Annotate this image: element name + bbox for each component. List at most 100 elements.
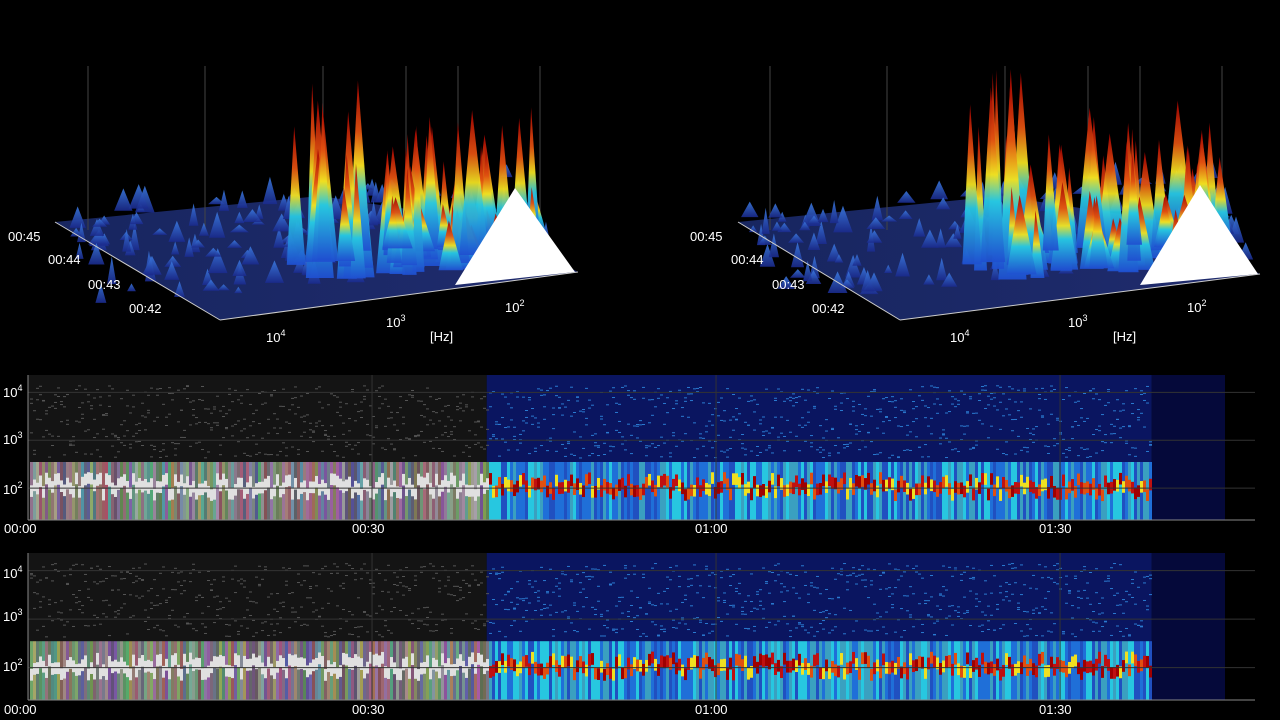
spectrogram-cell [495,572,498,574]
spectrogram-cell [462,462,465,520]
spectrogram-cell [612,582,615,584]
spectrogram-cell [1092,462,1095,520]
spectrogram-cell [870,441,873,443]
spectrogram-cell [426,606,429,608]
spectrogram-cell [954,652,957,665]
spectrogram-cell [939,404,942,406]
spectrogram-cell [237,641,240,700]
spectrogram-cell [1095,429,1098,431]
spectrogram-cell [1119,437,1122,439]
spectrogram-cell [897,480,900,493]
spectrogram-cell [300,416,303,418]
spectrogram-cell [222,473,225,486]
spectrogram-cell [585,417,588,419]
spectrogram-cell [60,401,63,403]
spectrogram-cell [1026,462,1029,520]
spectrogram-cell [588,455,591,457]
spectrogram-cell [654,563,657,565]
spectrogram-cell [483,604,486,606]
spectrogram-cell [159,641,162,700]
spectrogram-cell [294,462,297,520]
spectrogram-cell [156,416,159,418]
spectrogram-cell [261,630,264,632]
spectrogram-cell [1110,588,1113,590]
spectrogram-cell [849,423,852,425]
spectrogram-cell [222,580,225,582]
spectrogram-cell [75,451,78,453]
spectrogram-cell [831,427,834,429]
spectrogram-cell [855,474,858,487]
spectrogram-cell [1077,596,1080,598]
spectrogram-cell [567,441,570,443]
spectrogram-cell [1080,597,1083,599]
spectrogram-cell [1038,409,1041,411]
spectrogram-cell [564,631,567,633]
spectrogram-cell [90,462,93,520]
spectrogram-cell [1143,582,1146,584]
spectrogram-cell [690,393,693,395]
spectrogram-cell [726,613,729,615]
spectrogram-cell [150,661,153,673]
spectrogram-cell [879,616,882,618]
spectrogram-cell [888,400,891,402]
spectrogram-cell [750,400,753,402]
spectrogram-cell [654,605,657,607]
spectrogram-cell [636,425,639,427]
spectrogram-cell [138,422,141,424]
spectrogram-cell [552,635,555,637]
spectrogram-cell [216,656,219,669]
spectrogram-cell [105,668,108,680]
spectrogram-cell [42,660,45,673]
spectrogram-cell [753,607,756,609]
spectrogram-cell [456,658,459,671]
spectrogram-cell [264,453,267,455]
spectrogram-cell [753,462,756,520]
spectrogram-cell [582,411,585,413]
spectrogram-cell [903,410,906,412]
spectrogram-cell [717,597,720,599]
spectrogram-cell [738,568,741,570]
spectrogram-cell [1149,574,1152,576]
spectrogram-cell [351,614,354,616]
spectrogram-cell [1098,425,1101,427]
spectrogram-cell [819,483,822,495]
spectrogram-cell [543,603,546,605]
spectrogram-cell [387,462,390,520]
spectrogram-cell [744,484,747,496]
spectrogram-cell [666,576,669,578]
spectrogram-cell [948,390,951,392]
spectrogram-cell [342,481,345,493]
spectrogram-cells [28,375,1225,520]
spectrogram-cell [357,597,360,599]
spectrogram-cell [996,409,999,411]
spectrogram-cell [303,421,306,423]
spectrogram-cell [564,656,567,668]
spectrogram-cell [192,569,195,571]
spectrogram-cell [879,666,882,679]
spectrogram-cell [858,430,861,432]
spectrogram-cell [1134,654,1137,667]
spectrogram-cell [828,397,831,399]
spectrogram-cell [429,419,432,421]
spectrogram-cell [546,450,549,452]
spectrogram-cell [867,655,870,668]
spectrogram-cell [678,658,681,671]
spectrogram-cell [1029,628,1032,630]
spectrogram-cell [999,386,1002,388]
spectrogram-cell [267,454,270,456]
spectrogram-cell [288,593,291,595]
spectrogram-cell [33,410,36,412]
spectrogram-cell [1098,399,1101,401]
spectrogram-cell [135,432,138,434]
spectrogram-cell [894,631,897,633]
spectrogram-cell [1092,621,1095,623]
spectrogram-cell [294,654,297,667]
spectrogram-cell [1050,631,1053,633]
spectrogram-cell [1065,602,1068,604]
spectrogram-cell [732,574,735,576]
spectrogram-cell [39,579,42,581]
spectrogram-cell [153,449,156,451]
spectrogram-cell [726,388,729,390]
spectrogram-cell [1056,443,1059,445]
spectrogram-cell [90,405,93,407]
